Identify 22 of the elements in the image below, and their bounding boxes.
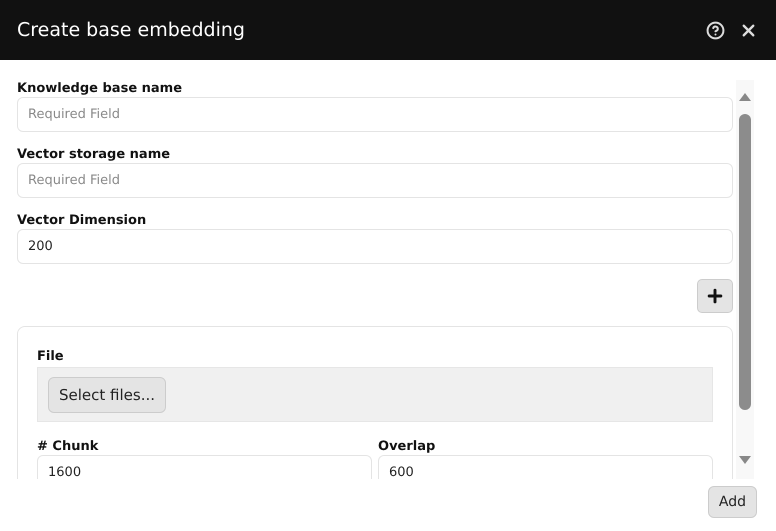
help-icon[interactable]: [706, 20, 725, 40]
add-button[interactable]: Add: [708, 486, 757, 518]
file-drop-area[interactable]: Select files...: [37, 367, 714, 422]
input-field[interactable]: 600: [378, 455, 714, 479]
field-label: File: [37, 348, 65, 365]
input-field[interactable]: 200: [17, 229, 734, 264]
scrollbar[interactable]: [736, 80, 754, 479]
field-label: Knowledge base name: [17, 80, 184, 97]
scroll-up-icon[interactable]: [738, 92, 752, 102]
add-button[interactable]: [697, 279, 734, 313]
field-label: Vector Dimension: [17, 212, 148, 229]
dialog-title: Create base embedding: [17, 19, 246, 41]
input-field[interactable]: Required Field: [17, 97, 734, 132]
scroll-down-icon[interactable]: [738, 455, 752, 465]
field-label: Vector storage name: [17, 146, 172, 163]
field-label: Overlap: [378, 438, 436, 455]
select-files-button[interactable]: Select files...: [48, 376, 166, 412]
plus-icon: [705, 286, 726, 306]
scrollbar-thumb[interactable]: [739, 114, 752, 410]
input-field[interactable]: Required Field: [17, 163, 734, 198]
input-field[interactable]: 1600: [37, 455, 372, 479]
field-label: # Chunk: [37, 438, 100, 455]
